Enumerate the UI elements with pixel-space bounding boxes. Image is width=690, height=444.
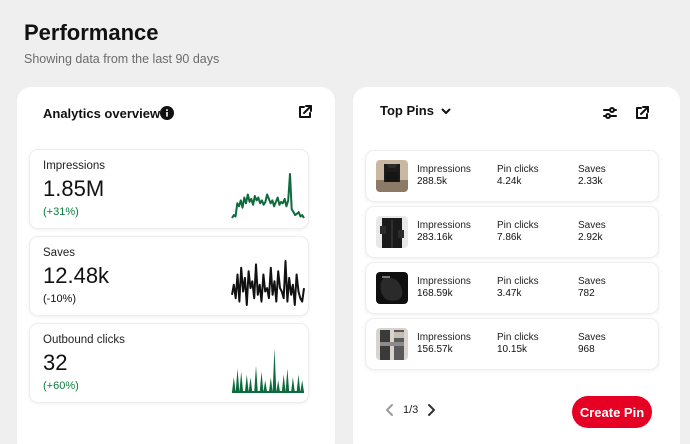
filter-sliders-icon[interactable]: [600, 103, 620, 123]
stat-value: 4.24k: [497, 176, 522, 187]
top-pin-row[interactable]: Impressions 156.57k Pin clicks 10.15k Save…: [366, 319, 658, 369]
stat-label: Impressions: [417, 220, 471, 231]
open-external-icon[interactable]: [632, 103, 652, 123]
metric-change: (-10%): [43, 293, 77, 305]
metric-label: Outbound clicks: [43, 334, 125, 346]
pin-thumbnail[interactable]: [376, 160, 408, 192]
analytics-overview-title: Analytics overview: [43, 106, 161, 121]
stat-label: Saves: [578, 220, 606, 231]
stat-value: 2.33k: [578, 176, 603, 187]
stat-value: 10.15k: [497, 344, 528, 355]
pin-thumbnail[interactable]: [376, 216, 408, 248]
page-indicator: 1/3: [403, 404, 419, 416]
stat-value: 3.47k: [497, 288, 522, 299]
stat-label: Pin clicks: [497, 220, 539, 231]
metric-value: 1.85M: [43, 176, 105, 201]
metric-card-impressions[interactable]: Impressions 1.85M (+31%): [30, 150, 308, 228]
metric-change: (+60%): [43, 380, 79, 392]
analytics-overview-card: Analytics overview Impressions 1.85M (+3…: [17, 87, 335, 444]
stat-value: 288.5k: [417, 176, 448, 187]
stat-label: Pin clicks: [497, 332, 539, 343]
pin-thumbnail[interactable]: [376, 328, 408, 360]
stat-label: Impressions: [417, 276, 471, 287]
top-pins-card: Top Pins Impressions 288.5k Pin clicks 4.2…: [353, 87, 680, 444]
info-icon[interactable]: [157, 103, 177, 123]
page-title: Performance: [24, 20, 159, 45]
chevron-down-icon: [440, 105, 452, 117]
sparkline-area: [232, 348, 304, 392]
stat-value: 156.57k: [417, 344, 453, 355]
sparkline-outbound-clicks: [232, 348, 304, 393]
pin-thumbnail[interactable]: [376, 272, 408, 304]
top-pin-row[interactable]: Impressions 283.16k Pin clicks 7.86k Saves…: [366, 207, 658, 257]
create-pin-button[interactable]: Create Pin: [572, 396, 652, 428]
stat-value: 283.16k: [417, 232, 453, 243]
sparkline-saves: [231, 260, 305, 306]
metric-card-saves[interactable]: Saves 12.48k (-10%): [30, 237, 308, 315]
stat-value: 2.92k: [578, 232, 603, 243]
metric-value: 32: [43, 350, 68, 375]
chevron-right-icon[interactable]: [424, 403, 438, 417]
top-pins-dropdown[interactable]: Top Pins: [380, 103, 452, 118]
stat-label: Saves: [578, 164, 606, 175]
metric-value: 12.48k: [43, 263, 110, 288]
stat-label: Saves: [578, 276, 606, 287]
sparkline-impressions: [231, 173, 305, 219]
stat-value: 168.59k: [417, 288, 453, 299]
sparkline-line: [231, 260, 305, 306]
stat-label: Impressions: [417, 164, 471, 175]
stat-value: 968: [578, 344, 595, 355]
stat-label: Impressions: [417, 332, 471, 343]
metric-change: (+31%): [43, 206, 79, 218]
stat-label: Pin clicks: [497, 164, 539, 175]
stat-value: 7.86k: [497, 232, 522, 243]
open-external-icon[interactable]: [295, 102, 315, 122]
top-pins-title: Top Pins: [380, 103, 434, 118]
chevron-left-icon[interactable]: [383, 403, 397, 417]
page-subtitle: Showing data from the last 90 days: [24, 52, 220, 66]
stat-value: 782: [578, 288, 595, 299]
metric-label: Impressions: [43, 160, 105, 172]
stat-label: Pin clicks: [497, 276, 539, 287]
top-pin-row[interactable]: Impressions 288.5k Pin clicks 4.24k Saves 2…: [366, 151, 658, 201]
stat-label: Saves: [578, 332, 606, 343]
metric-card-outbound-clicks[interactable]: Outbound clicks 32 (+60%): [30, 324, 308, 402]
pagination: 1/3: [383, 403, 438, 417]
sparkline-line: [231, 173, 305, 219]
metric-label: Saves: [43, 247, 75, 259]
top-pin-row[interactable]: Impressions 168.59k Pin clicks 3.47k Saves…: [366, 263, 658, 313]
